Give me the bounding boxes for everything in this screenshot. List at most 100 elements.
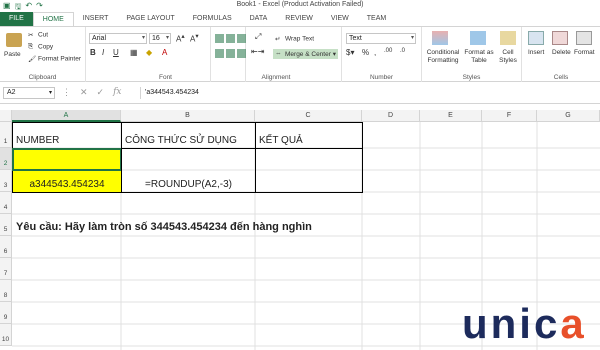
cell-c2-merged[interactable] xyxy=(255,148,363,193)
tab-review[interactable]: REVIEW xyxy=(276,12,322,26)
cells-label: Cells xyxy=(553,74,569,81)
italic-icon[interactable]: I xyxy=(102,48,104,57)
delete-button[interactable]: Delete xyxy=(552,49,571,56)
clipboard-group: Paste ✂ Cut ⎘ Copy 🖌 Format Painter Clipboa… xyxy=(0,27,86,83)
tab-data[interactable]: DATA xyxy=(241,12,277,26)
orientation-icon[interactable]: ⤢ xyxy=(255,32,261,42)
fill-color-icon[interactable]: ◆ xyxy=(146,48,152,57)
name-box[interactable]: A2 ▾ xyxy=(3,87,55,99)
row-header-8[interactable]: 8 xyxy=(0,280,12,302)
format-as-table-button[interactable]: Format as Table xyxy=(464,49,494,65)
row-header-7[interactable]: 7 xyxy=(0,258,12,280)
row-header-6[interactable]: 6 xyxy=(0,236,12,258)
cancel-icon[interactable]: ✕ xyxy=(80,87,88,98)
cell-styles-icon[interactable] xyxy=(500,31,516,45)
tab-page-layout[interactable]: PAGE LAYOUT xyxy=(117,12,183,26)
underline-icon[interactable]: U xyxy=(113,48,119,57)
tab-insert[interactable]: INSERT xyxy=(74,12,118,26)
font-color-icon[interactable]: A xyxy=(162,48,167,57)
format-painter-button[interactable]: 🖌 Format Painter xyxy=(28,55,81,63)
decrease-decimal-icon[interactable]: .0 xyxy=(400,48,405,54)
insert-function-icon[interactable]: fx xyxy=(113,87,121,98)
align-bottom-icon[interactable] xyxy=(237,34,246,43)
conditional-formatting-icon[interactable] xyxy=(432,31,448,45)
column-header-a[interactable]: A xyxy=(12,110,121,122)
format-as-table-icon[interactable] xyxy=(470,31,486,45)
grow-font-icon[interactable]: A▴ xyxy=(176,32,185,44)
tab-file[interactable]: FILE xyxy=(0,12,33,26)
tab-formulas[interactable]: FORMULAS xyxy=(184,12,241,26)
bold-icon[interactable]: B xyxy=(90,48,96,57)
cells-group: Insert Delete Format Cells xyxy=(522,27,600,83)
insert-button[interactable]: Insert xyxy=(528,49,544,56)
cell-styles-button[interactable]: Cell Styles xyxy=(496,49,520,65)
column-header-e[interactable]: E xyxy=(420,110,482,122)
indent-icon[interactable]: ⇤⇥ xyxy=(251,47,264,56)
cell-c1[interactable]: KẾT QUẢ xyxy=(255,122,363,149)
format-cells-icon[interactable] xyxy=(576,31,592,45)
row-header-1[interactable]: 1 xyxy=(0,122,12,148)
copy-button[interactable]: ⎘ Copy xyxy=(28,43,53,51)
increase-decimal-icon[interactable]: .00 xyxy=(384,48,392,54)
cell-a1[interactable]: NUMBER xyxy=(12,122,122,149)
conditional-formatting-button[interactable]: Conditional Formatting xyxy=(424,49,462,65)
format-button[interactable]: Format xyxy=(574,49,595,56)
align-center-icon[interactable] xyxy=(226,49,235,58)
comma-icon[interactable]: , xyxy=(374,48,376,57)
clipboard-label: Clipboard xyxy=(28,74,57,81)
insert-cells-icon[interactable] xyxy=(528,31,544,45)
column-header-f[interactable]: F xyxy=(482,110,537,122)
column-header-d[interactable]: D xyxy=(362,110,420,122)
row-header-4[interactable]: 4 xyxy=(0,192,12,214)
number-group: Text ▾ $▾ % , .00 .0 Number xyxy=(342,27,422,83)
font-size-select[interactable]: 16 ▾ xyxy=(149,33,171,44)
column-header-g[interactable]: G xyxy=(537,110,600,122)
align-top-icon[interactable] xyxy=(215,34,224,43)
align-middle-icon[interactable] xyxy=(226,34,235,43)
wrap-text-icon: ↵ xyxy=(275,36,281,43)
title-bar: ▣ 🖫 ↶ ↷ Book1 - Excel (Product Activatio… xyxy=(0,0,600,12)
delete-cells-icon[interactable] xyxy=(552,31,568,45)
row-header-2[interactable]: 2 xyxy=(0,148,12,170)
copy-icon: ⎘ xyxy=(28,43,34,50)
tab-team[interactable]: TEAM xyxy=(358,12,395,26)
paste-button[interactable]: Paste xyxy=(4,51,21,58)
row-header-10[interactable]: 10 xyxy=(0,324,12,346)
ribbon-tabs: FILE HOME INSERT PAGE LAYOUT FORMULAS DA… xyxy=(0,12,600,26)
currency-icon[interactable]: $▾ xyxy=(346,48,354,57)
chevron-down-icon: ▾ xyxy=(48,90,52,96)
align-right-icon[interactable] xyxy=(237,49,246,58)
shrink-font-icon[interactable]: A▾ xyxy=(190,32,199,44)
number-label: Number xyxy=(369,74,394,81)
wrap-text-button[interactable]: ↵ Wrap Text xyxy=(275,35,314,43)
enter-icon[interactable]: ✓ xyxy=(97,87,105,98)
row-header-9[interactable]: 9 xyxy=(0,302,12,324)
cell-a4-requirement[interactable]: Yêu cầu: Hãy làm tròn số 344543.454234 đ… xyxy=(16,221,312,233)
cut-button[interactable]: ✂ Cut xyxy=(28,31,48,39)
cell-b2-merged[interactable]: =ROUNDUP(A2,-3) xyxy=(121,148,256,193)
font-name-select[interactable]: Arial ▾ xyxy=(89,33,147,44)
column-header-c[interactable]: C xyxy=(255,110,362,122)
ribbon: Paste ✂ Cut ⎘ Copy 🖌 Format Painter Clipboa… xyxy=(0,26,600,83)
window-title: Book1 - Excel (Product Activation Failed… xyxy=(236,1,364,8)
styles-group: Conditional Formatting Format as Table C… xyxy=(422,27,522,83)
select-all-corner[interactable] xyxy=(0,110,12,122)
align-left-icon[interactable] xyxy=(215,49,224,58)
tab-view[interactable]: VIEW xyxy=(322,12,358,26)
number-format-select[interactable]: Text ▾ xyxy=(346,33,416,44)
paste-icon[interactable] xyxy=(6,33,22,47)
chevron-down-icon: ▾ xyxy=(165,35,169,41)
row-header-3[interactable]: 3 xyxy=(0,170,12,192)
cell-b1[interactable]: CÔNG THỨC SỬ DỤNG xyxy=(121,122,256,149)
styles-label: Styles xyxy=(462,74,481,81)
borders-icon[interactable]: ▦ xyxy=(130,48,138,57)
percent-icon[interactable]: % xyxy=(362,48,369,57)
cell-a2-merged[interactable]: a344543.454234 xyxy=(12,148,122,193)
column-header-b[interactable]: B xyxy=(121,110,255,122)
merge-center-button[interactable]: ⇔ Merge & Center ▾ xyxy=(273,49,338,60)
brush-icon: 🖌 xyxy=(28,56,37,63)
tab-home[interactable]: HOME xyxy=(32,12,74,26)
scissors-icon: ✂ xyxy=(28,32,34,39)
row-header-5[interactable]: 5 xyxy=(0,214,12,236)
formula-input[interactable]: 'a344543.454234 xyxy=(140,87,598,99)
